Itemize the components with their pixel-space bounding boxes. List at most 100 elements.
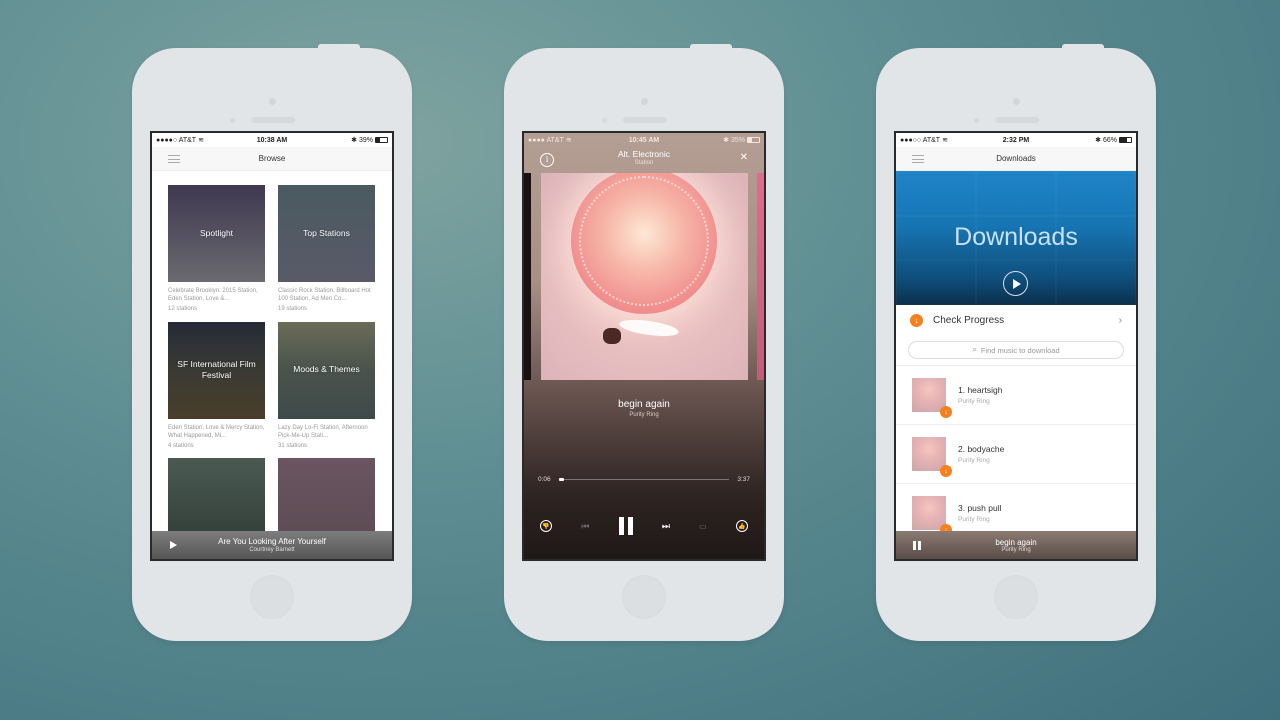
previous-album-peek[interactable] [524, 173, 531, 380]
battery-percent: 66% [1102, 136, 1117, 144]
home-button[interactable] [994, 575, 1038, 619]
search-icon: ⌕ [972, 345, 977, 354]
battery-percent: 35% [730, 136, 745, 144]
playback-controls: 👎 ⏮ ⏭ ▭ 👍 [540, 517, 748, 535]
album-art-hair [603, 328, 621, 344]
mini-player-artist: Courtney Barnett [249, 547, 295, 553]
album-art-figure [618, 316, 680, 340]
tile-label: Top Stations [303, 227, 350, 238]
battery-icon [1119, 137, 1132, 143]
download-icon: ↓ [910, 313, 923, 327]
tile-description: Celebrate Brooklyn: 2015 Station, Eden S… [168, 288, 258, 303]
camera [269, 98, 276, 105]
wifi-icon: ≋ [565, 137, 572, 144]
chevron-right-icon: › [1118, 314, 1122, 326]
tile-count: 12 stations [168, 306, 198, 312]
elapsed-time: 0:06 [538, 476, 551, 483]
mini-player[interactable]: begin again Purity Ring [896, 531, 1136, 559]
station-subtitle: Station [634, 160, 654, 166]
power-button [318, 44, 360, 50]
previous-icon[interactable]: ⏮ [581, 521, 589, 532]
close-icon[interactable]: ✕ [740, 152, 748, 163]
next-album-peek[interactable] [757, 173, 764, 380]
airplay-icon[interactable]: ▭ [699, 522, 707, 531]
play-icon[interactable] [170, 541, 177, 549]
mini-player[interactable]: Are You Looking After Yourself Courtney … [152, 531, 392, 559]
download-icon: ↓ [940, 406, 952, 418]
tile-image: Top Stations [278, 185, 375, 282]
next-icon[interactable]: ⏭ [662, 521, 670, 532]
album-art [541, 173, 748, 380]
search-input[interactable]: ⌕ Find music to download [908, 341, 1124, 359]
track-artist: Purity Ring [958, 398, 990, 405]
song-artist: Purity Ring [629, 412, 659, 418]
tile-label: SF International Film Festival [177, 358, 256, 381]
tile-image: Moods & Themes [278, 321, 375, 419]
check-progress-row[interactable]: ↓ Check Progress › [896, 305, 1136, 335]
sensor [230, 118, 235, 123]
clock: 10:45 AM [628, 136, 660, 144]
status-bar: ●●●●○ AT&T ≋ 10:38 AM ✱ 39% [152, 133, 392, 147]
page-title: Browse [258, 154, 286, 163]
hamburger-icon[interactable] [912, 155, 924, 163]
tile-description: Eden Station, Love & Mercy Station, What… [168, 424, 265, 440]
tile-count: 31 stations [278, 442, 308, 449]
tile-count: 19 stations [278, 306, 308, 312]
speaker [251, 117, 295, 123]
thumbs-up-icon[interactable]: 👍 [735, 520, 748, 532]
track-row[interactable]: ↓ 1. heartsigh Purity Ring [896, 365, 1136, 424]
tile-description: Lazy Day Lo-Fi Station, Afternoon Pick-M… [278, 424, 368, 440]
wifi-icon: ≋ [942, 137, 948, 144]
song-info: begin again Purity Ring [524, 399, 764, 418]
track-title: 3. push pull [958, 503, 1002, 513]
category-tile[interactable]: Spotlight Celebrate Brooklyn: 2015 Stati… [168, 185, 265, 316]
nav-bar: Downloads [896, 147, 1136, 171]
mini-player-artist: Purity Ring [1001, 546, 1031, 553]
status-bar: ●●●○○ AT&T ≋ 2:32 PM ✱ 66% [896, 133, 1136, 147]
home-button[interactable] [622, 575, 666, 619]
pause-icon[interactable] [618, 517, 633, 535]
screen-downloads: ●●●○○ AT&T ≋ 2:32 PM ✱ 66% Downloads Downl… [894, 131, 1138, 561]
screen-now-playing: ●●●● AT&T ≋ 10:45 AM ✱ 35% Alt. Electronic… [522, 131, 766, 561]
speaker [623, 117, 667, 123]
thumbs-down-icon[interactable]: 👎 [540, 520, 552, 532]
tile-label: Moods & Themes [293, 364, 360, 375]
track-thumbnail: ↓ [912, 496, 952, 536]
track-thumbnail: ↓ [912, 437, 952, 477]
status-bar: ●●●● AT&T ≋ 10:45 AM ✱ 35% [524, 133, 764, 147]
home-button[interactable] [250, 575, 294, 619]
download-icon: ↓ [940, 465, 952, 477]
power-button [1062, 44, 1104, 50]
page-title: Downloads [996, 154, 1036, 163]
hamburger-icon[interactable] [168, 155, 180, 163]
scrubber[interactable] [558, 478, 730, 481]
battery-icon [746, 137, 760, 143]
info-icon[interactable]: i [540, 153, 554, 167]
category-tile[interactable]: Top Stations Classic Rock Station, Billb… [278, 185, 375, 316]
category-grid: Spotlight Celebrate Brooklyn: 2015 Stati… [152, 171, 392, 559]
camera [1013, 98, 1020, 105]
mini-player-title: Are You Looking After Yourself [218, 537, 326, 546]
sensor [602, 118, 607, 123]
play-icon[interactable] [1003, 271, 1028, 296]
phone-browse: ●●●●○ AT&T ≋ 10:38 AM ✱ 39% Browse Spotlig… [132, 44, 412, 641]
duration: 3:37 [737, 476, 750, 483]
track-artist: Purity Ring [958, 516, 990, 523]
category-tile[interactable]: Moods & Themes Lazy Day Lo-Fi Station, A… [278, 321, 375, 453]
pause-icon[interactable] [913, 541, 921, 550]
track-row[interactable]: ↓ 2. bodyache Purity Ring [896, 424, 1136, 483]
power-button [690, 44, 732, 50]
screen-browse: ●●●●○ AT&T ≋ 10:38 AM ✱ 39% Browse Spotlig… [150, 131, 394, 561]
category-tile[interactable]: SF International Film Festival Eden Stat… [168, 321, 265, 453]
bluetooth-icon: ✱ [351, 137, 357, 144]
mini-player-title: begin again [995, 537, 1037, 547]
camera [641, 98, 648, 105]
clock: 10:38 AM [256, 136, 288, 144]
tile-description: Classic Rock Station, Billboard Hot 100 … [278, 288, 371, 303]
speaker [995, 117, 1039, 123]
progress-bar: 0:06 3:37 [538, 476, 750, 483]
sensor [974, 118, 979, 123]
clock: 2:32 PM [1002, 136, 1030, 144]
battery-icon [374, 137, 388, 143]
track-artist: Purity Ring [958, 457, 990, 464]
